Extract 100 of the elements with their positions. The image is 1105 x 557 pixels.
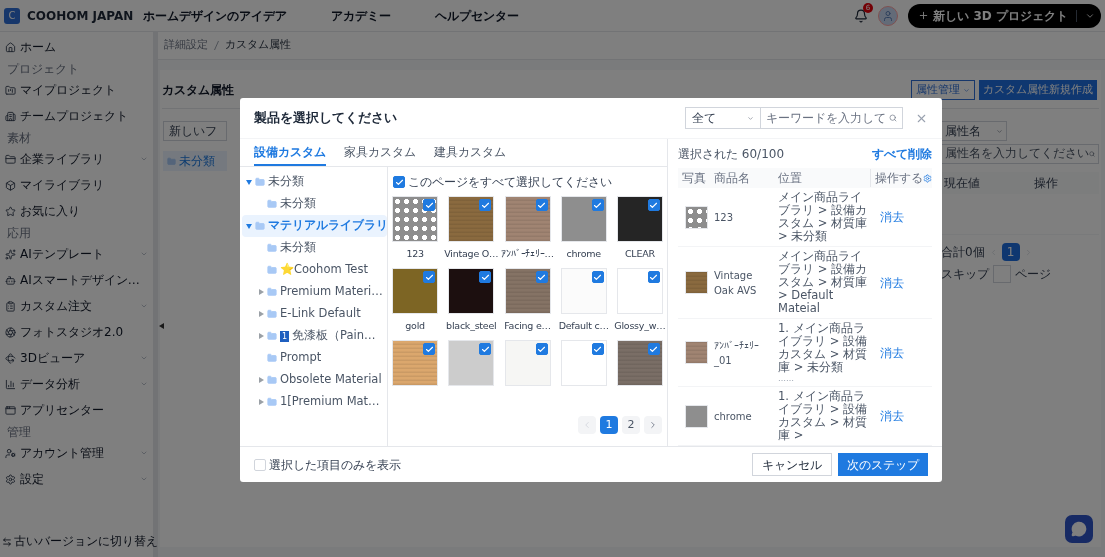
category-tab[interactable]: 建具カスタム	[434, 139, 506, 166]
remove-link[interactable]: 消去	[870, 407, 904, 425]
product-name: Vintage Oak AVS	[714, 268, 758, 298]
tree-label: Obsolete Material	[280, 371, 382, 389]
number-badge: 1	[280, 330, 290, 342]
column-header: 操作	[1034, 175, 1058, 192]
tree-item[interactable]: ⭐Coohom Test	[242, 259, 387, 281]
sidebar-item[interactable]: チームプロジェクト	[0, 103, 153, 129]
product-name: chrome	[566, 247, 601, 261]
dialog-title: 製品を選択してください	[254, 109, 397, 128]
sidebar-item[interactable]: フォトスタジオ2.0	[0, 319, 153, 345]
column-header: 現在値	[944, 175, 981, 192]
tree-item[interactable]: 1 免漆板（Pain…	[242, 325, 387, 347]
sidebar-item[interactable]: お気に入り	[0, 198, 153, 224]
sidebar-item[interactable]: アカウント管理	[0, 440, 153, 466]
tree-item[interactable]: 未分類	[242, 193, 387, 215]
product-name: Glossy_w…	[614, 319, 666, 333]
location-text: メイン商品ライブラリ > 設備カスタム > 材質庫 > 未分類	[778, 191, 868, 243]
sidebar-item[interactable]: データ分析	[0, 371, 153, 397]
tree-label: ⭐Coohom Test	[280, 261, 368, 279]
product-name: chrome	[714, 409, 753, 424]
tree-item[interactable]: 未分類	[242, 171, 387, 193]
location-text: 1. メイン商品ライブラリ > 設備カスタム > 材質庫 >	[778, 390, 868, 442]
product-name: black_steel	[446, 319, 497, 333]
tree-label: 未分類	[280, 239, 316, 257]
skip-label: スキップ	[941, 266, 989, 283]
sidebar-item[interactable]: 設定	[0, 466, 153, 492]
tree-label: Premium Materi…	[280, 283, 383, 301]
new-project-button[interactable]: 新しい 3D プロジェクト	[908, 3, 1101, 28]
tree-label: マテリアルライブラリ	[268, 217, 388, 235]
section-heading: 応用	[6, 225, 32, 241]
tree-item[interactable]: Prompt	[242, 347, 387, 369]
column-header: 位置	[777, 170, 803, 187]
product-name: Facing e…	[504, 319, 551, 333]
sidebar-item[interactable]: ホーム	[0, 34, 153, 60]
product-name: ｱﾝﾊﾞｰﾁｪﾘｰ…	[501, 247, 554, 261]
tree-item[interactable]: Premium Materi…	[242, 281, 387, 303]
new-folder-button[interactable]: 新しいフ	[163, 121, 227, 141]
clear-all-link[interactable]: すべて削除	[872, 145, 932, 163]
section-heading: 管理	[6, 424, 32, 440]
product-name: Vintage O…	[444, 247, 499, 261]
tree-item[interactable]: Obsolete Material	[242, 369, 387, 391]
sidebar-item[interactable]: マイライブラリ	[0, 172, 153, 198]
product-name: ｱﾝﾊﾞｰﾁｪﾘｰ_01	[714, 338, 760, 368]
breadcrumb-item: カスタム属性	[225, 37, 291, 54]
attribute-search-field[interactable]: 属性名を入力してください	[941, 144, 1099, 164]
nav-link[interactable]: アカデミー	[331, 6, 391, 25]
next-step-button[interactable]: 次のステップ	[838, 453, 928, 476]
page-title: カスタム属性	[162, 82, 234, 99]
create-button[interactable]: カスタム属性新規作成	[979, 80, 1097, 100]
tree-item[interactable]: 1[Premium Mat…	[242, 391, 387, 413]
selected-count: 選択された 60/100	[678, 146, 785, 163]
category-select[interactable]: 全て	[685, 107, 761, 129]
remove-link[interactable]: 消去	[870, 208, 904, 226]
breadcrumb-item[interactable]: 詳細設定	[164, 37, 208, 54]
product-name: Default c…	[558, 319, 609, 333]
location-text: メイン商品ライブラリ > 設備カスタム > 材質庫 > Default Mateial	[778, 250, 868, 315]
tree-label: 免漆板（Pain…	[292, 327, 376, 345]
location-text: 1. メイン商品ライブラリ > 設備カスタム > 材質庫 > 未分類	[778, 322, 868, 374]
nav-link[interactable]: ホームデザインのアイデア	[143, 6, 287, 25]
tree-label: E-Link Default	[280, 305, 361, 323]
column-header: 写真	[681, 170, 707, 187]
column-header: 商品名	[714, 170, 751, 187]
page-button[interactable]: 2	[622, 416, 640, 434]
logo[interactable]: C	[4, 7, 20, 24]
sidebar-item[interactable]: 企業ライブラリ	[0, 146, 153, 172]
tree-label: Prompt	[280, 349, 322, 367]
tree-item[interactable]: マテリアルライブラリ	[242, 215, 387, 237]
page-button[interactable]: 1	[600, 416, 618, 434]
tree-item[interactable]: 未分類	[242, 237, 387, 259]
select-all-label: このページをすべて選択してください	[408, 174, 612, 191]
folder-item[interactable]: 未分類	[163, 151, 227, 171]
page-button[interactable]: 1	[1001, 243, 1020, 261]
product-name: 123	[406, 247, 424, 261]
section-heading: 素材	[6, 130, 32, 146]
product-name: CLEAR	[624, 247, 655, 261]
product-name: gold	[405, 319, 425, 333]
total-count: 合計0個	[941, 244, 985, 261]
tree-label: 未分類	[268, 173, 304, 191]
sidebar-item[interactable]: AIテンプレート	[0, 241, 153, 267]
tree-label: 未分類	[280, 195, 316, 213]
more-text: ……	[778, 374, 795, 383]
remove-link[interactable]: 消去	[870, 343, 904, 362]
sidebar-item[interactable]: カスタム注文	[0, 293, 153, 319]
cancel-button[interactable]: キャンセル	[752, 453, 832, 476]
page-label: ページ	[1015, 266, 1051, 283]
remove-link[interactable]: 消去	[870, 273, 904, 292]
brand-name: COOHOM JAPAN	[27, 7, 135, 25]
tree-item[interactable]: E-Link Default	[242, 303, 387, 325]
keyword-search-field[interactable]: キーワードを入力して	[761, 107, 903, 129]
category-tab[interactable]: 家具カスタム	[344, 139, 416, 166]
nav-link[interactable]: ヘルプセンター	[435, 6, 519, 25]
sidebar-item[interactable]: AIスマートデザイン…	[0, 267, 153, 293]
sidebar-item[interactable]: マイプロジェクト	[0, 77, 153, 103]
sidebar-item[interactable]: アプリセンター	[0, 397, 153, 423]
column-header: 操作する	[870, 169, 923, 187]
category-tab[interactable]: 設備カスタム	[254, 139, 326, 166]
sidebar-item[interactable]: 3Dビューア	[0, 345, 153, 371]
tree-label: 1[Premium Mat…	[280, 393, 380, 411]
show-selected-label: 選択した項目のみを表示	[269, 456, 401, 474]
